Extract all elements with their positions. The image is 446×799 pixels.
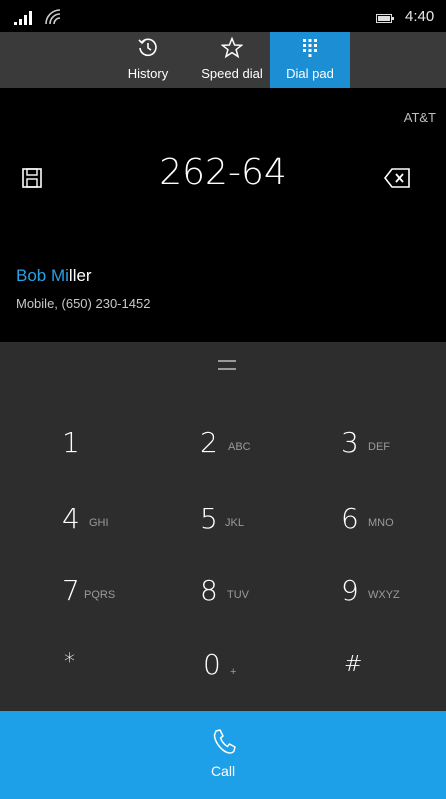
key-letters: GHI <box>89 517 109 529</box>
star-icon <box>221 37 243 59</box>
history-icon <box>138 38 157 57</box>
key-digit: 0 <box>203 648 221 681</box>
call-button[interactable]: Call <box>0 711 446 799</box>
key-9[interactable]: 9 WXYZ <box>341 574 446 644</box>
contact-suggestion-detail: Mobile, (650) 230-1452 <box>16 296 151 311</box>
dial-keypad: 1 2 ABC 3 DEF 4 GHI 5 JKL 6 MNO 7 PQRS 8… <box>0 342 446 711</box>
key-star[interactable]: * <box>64 648 194 718</box>
key-letters: ABC <box>228 441 251 453</box>
key-letters: MNO <box>368 517 394 529</box>
key-2[interactable]: 2 ABC <box>200 426 330 496</box>
key-0[interactable]: 0 + <box>203 648 333 718</box>
status-bar: 4:40 <box>0 0 446 32</box>
key-digit: 2 <box>200 426 218 459</box>
call-label: Call <box>210 763 236 779</box>
key-letters: + <box>230 666 237 678</box>
dialed-number: 262-64 <box>159 152 287 193</box>
key-digit: 5 <box>200 502 218 535</box>
key-3[interactable]: 3 DEF <box>341 426 446 496</box>
tab-history-label: History <box>127 66 169 81</box>
key-4[interactable]: 4 GHI <box>62 502 192 572</box>
key-letters: PQRS <box>84 589 116 601</box>
key-digit: # <box>344 652 363 677</box>
backspace-icon[interactable] <box>384 168 410 188</box>
key-6[interactable]: 6 MNO <box>341 502 446 572</box>
tab-history[interactable]: History <box>120 32 176 88</box>
key-letters: WXYZ <box>368 589 400 601</box>
contact-suggestion-name[interactable]: Bob Miller <box>16 266 92 286</box>
key-letters: TUV <box>227 589 249 601</box>
key-7[interactable]: 7 PQRS <box>62 574 192 644</box>
drag-handle-icon[interactable] <box>218 360 236 370</box>
key-digit: 4 <box>62 502 80 535</box>
key-digit: 8 <box>200 574 218 607</box>
key-hash[interactable]: # <box>344 648 446 718</box>
key-digit: * <box>64 650 75 675</box>
signal-bars-icon <box>14 11 32 25</box>
contact-name-rest: ller <box>68 266 92 285</box>
key-letters: DEF <box>368 441 390 453</box>
tab-speed-dial[interactable]: Speed dial <box>194 32 270 88</box>
phone-icon <box>213 729 236 754</box>
tab-dial-pad-label: Dial pad <box>286 66 334 81</box>
key-1[interactable]: 1 <box>62 426 192 496</box>
key-digit: 6 <box>341 502 359 535</box>
key-8[interactable]: 8 TUV <box>200 574 330 644</box>
key-letters: JKL <box>225 517 244 529</box>
status-time: 4:40 <box>405 8 435 25</box>
tab-speed-dial-label: Speed dial <box>201 66 263 81</box>
battery-icon <box>376 14 394 23</box>
carrier-label: AT&T <box>403 110 436 125</box>
key-digit: 9 <box>341 574 359 607</box>
key-5[interactable]: 5 JKL <box>200 502 330 572</box>
key-digit: 7 <box>62 574 80 607</box>
key-digit: 3 <box>341 426 359 459</box>
tab-dial-pad[interactable]: Dial pad <box>270 32 350 88</box>
wifi-icon <box>45 9 61 25</box>
tab-bar: History Speed dial Dial pad <box>0 32 446 88</box>
dialpad-icon <box>303 39 317 57</box>
key-digit: 1 <box>62 426 80 459</box>
contact-name-match: Bob Mi <box>16 266 69 285</box>
